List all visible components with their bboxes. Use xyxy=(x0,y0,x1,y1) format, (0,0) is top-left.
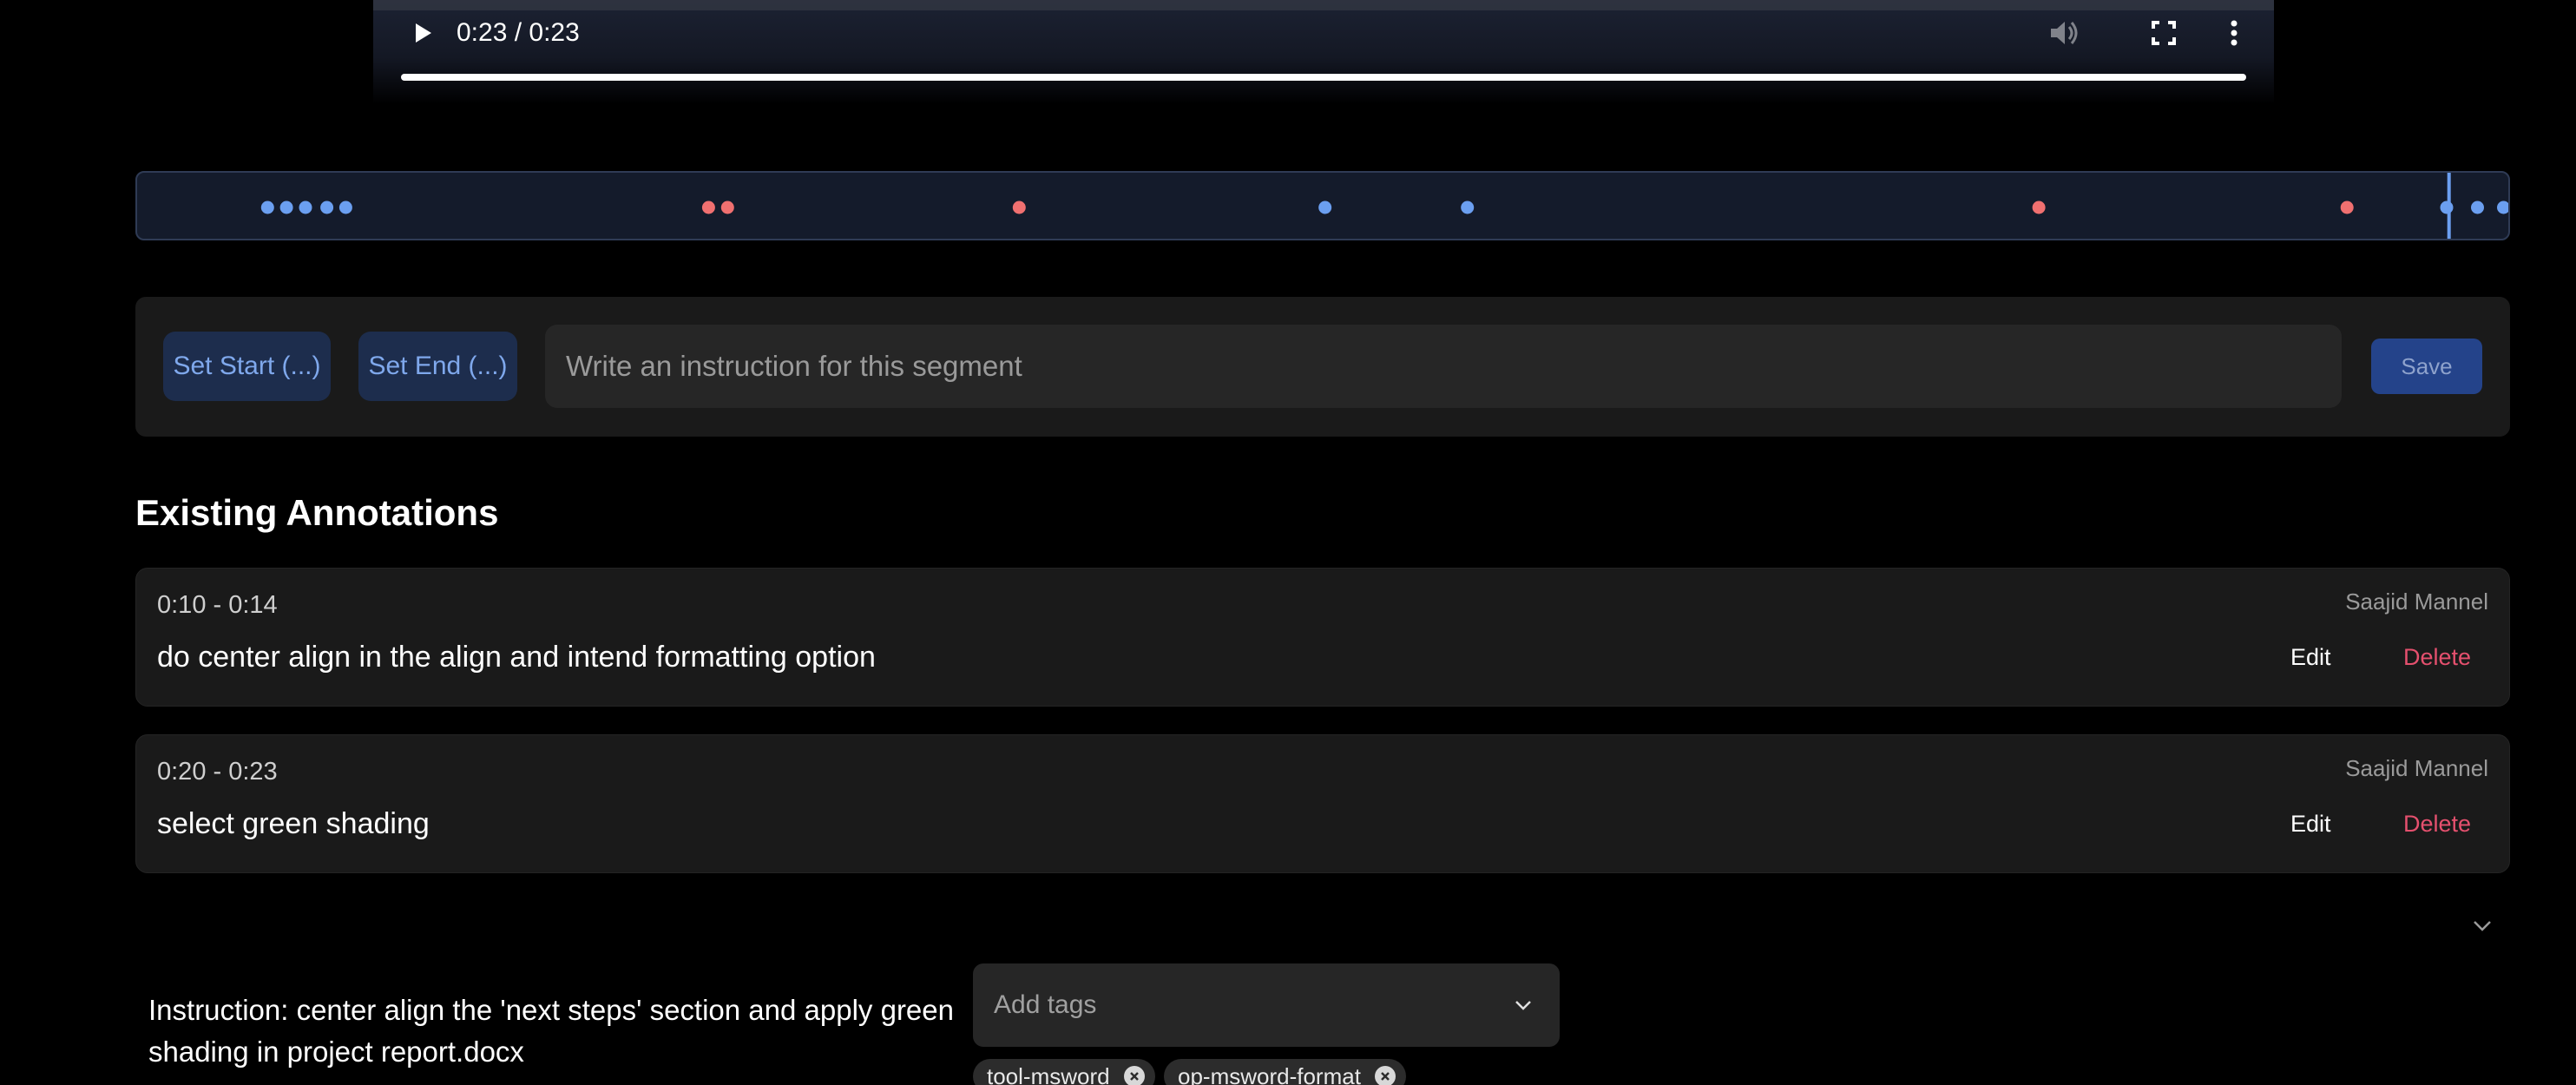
video-time: 0:23 / 0:23 xyxy=(457,18,580,47)
segment-editor: Set Start (...) Set End (...) Save xyxy=(135,297,2510,437)
timeline-marker[interactable] xyxy=(260,201,274,214)
set-end-button[interactable]: Set End (...) xyxy=(358,332,517,401)
task-instruction: Instruction: center align the 'next step… xyxy=(148,994,954,1068)
set-start-button[interactable]: Set Start (...) xyxy=(163,332,331,401)
remove-tag-icon[interactable] xyxy=(1123,1066,1145,1085)
remove-tag-icon[interactable] xyxy=(1374,1066,1396,1085)
video-progress-bar[interactable] xyxy=(401,74,2246,81)
annotation-text: do center align in the align and intend … xyxy=(157,641,876,674)
chevron-down-icon[interactable] xyxy=(2470,913,2494,937)
timeline-marker[interactable] xyxy=(2497,201,2508,214)
timeline-marker[interactable] xyxy=(2471,201,2484,214)
tag-chip: tool-msword xyxy=(973,1059,1155,1085)
tags-select[interactable]: Add tags xyxy=(973,963,1560,1047)
timeline-marker[interactable] xyxy=(299,201,312,214)
video-frame-content xyxy=(373,0,2274,10)
edit-button[interactable]: Edit xyxy=(2290,643,2331,671)
timeline-marker[interactable] xyxy=(2340,201,2354,214)
play-icon[interactable] xyxy=(406,17,437,49)
save-button[interactable]: Save xyxy=(2371,339,2482,394)
tag-label: op-msword-format xyxy=(1178,1063,1361,1085)
instruction-input[interactable] xyxy=(545,325,2342,408)
annotation-card: 0:20 - 0:23 Saajid Mannel select green s… xyxy=(135,734,2510,873)
volume-icon[interactable] xyxy=(2046,16,2080,50)
annotation-author: Saajid Mannel xyxy=(2345,755,2488,781)
fullscreen-icon[interactable] xyxy=(2146,16,2181,50)
more-vert-icon[interactable] xyxy=(2217,16,2251,50)
annotation-time-range: 0:10 - 0:14 xyxy=(157,591,278,619)
timeline-marker[interactable] xyxy=(720,201,734,214)
timeline-marker[interactable] xyxy=(2032,201,2046,214)
video-player[interactable]: 0:23 / 0:23 xyxy=(373,0,2274,104)
timeline-marker[interactable] xyxy=(2440,201,2454,214)
section-title: Existing Annotations xyxy=(135,492,499,533)
timeline-marker[interactable] xyxy=(1012,201,1026,214)
tags-placeholder: Add tags xyxy=(994,990,1097,1019)
annotation-card: 0:10 - 0:14 Saajid Mannel do center alig… xyxy=(135,568,2510,707)
timeline-marker[interactable] xyxy=(338,201,352,214)
timeline-marker[interactable] xyxy=(1461,201,1475,214)
annotation-time-range: 0:20 - 0:23 xyxy=(157,758,278,786)
timeline-marker[interactable] xyxy=(279,201,293,214)
delete-button[interactable]: Delete xyxy=(2403,810,2471,838)
timeline-track xyxy=(260,173,2508,239)
tag-label: tool-msword xyxy=(987,1063,1110,1085)
edit-button[interactable]: Edit xyxy=(2290,810,2331,838)
timeline-marker[interactable] xyxy=(1318,201,1332,214)
annotation-timeline[interactable] xyxy=(135,171,2510,240)
annotation-text: select green shading xyxy=(157,807,430,840)
chevron-down-icon xyxy=(1515,1001,1531,1010)
timeline-marker[interactable] xyxy=(701,201,715,214)
delete-button[interactable]: Delete xyxy=(2403,643,2471,671)
tag-chip: op-msword-format xyxy=(1164,1059,1406,1085)
timeline-marker[interactable] xyxy=(320,201,334,214)
annotation-author: Saajid Mannel xyxy=(2345,589,2488,615)
